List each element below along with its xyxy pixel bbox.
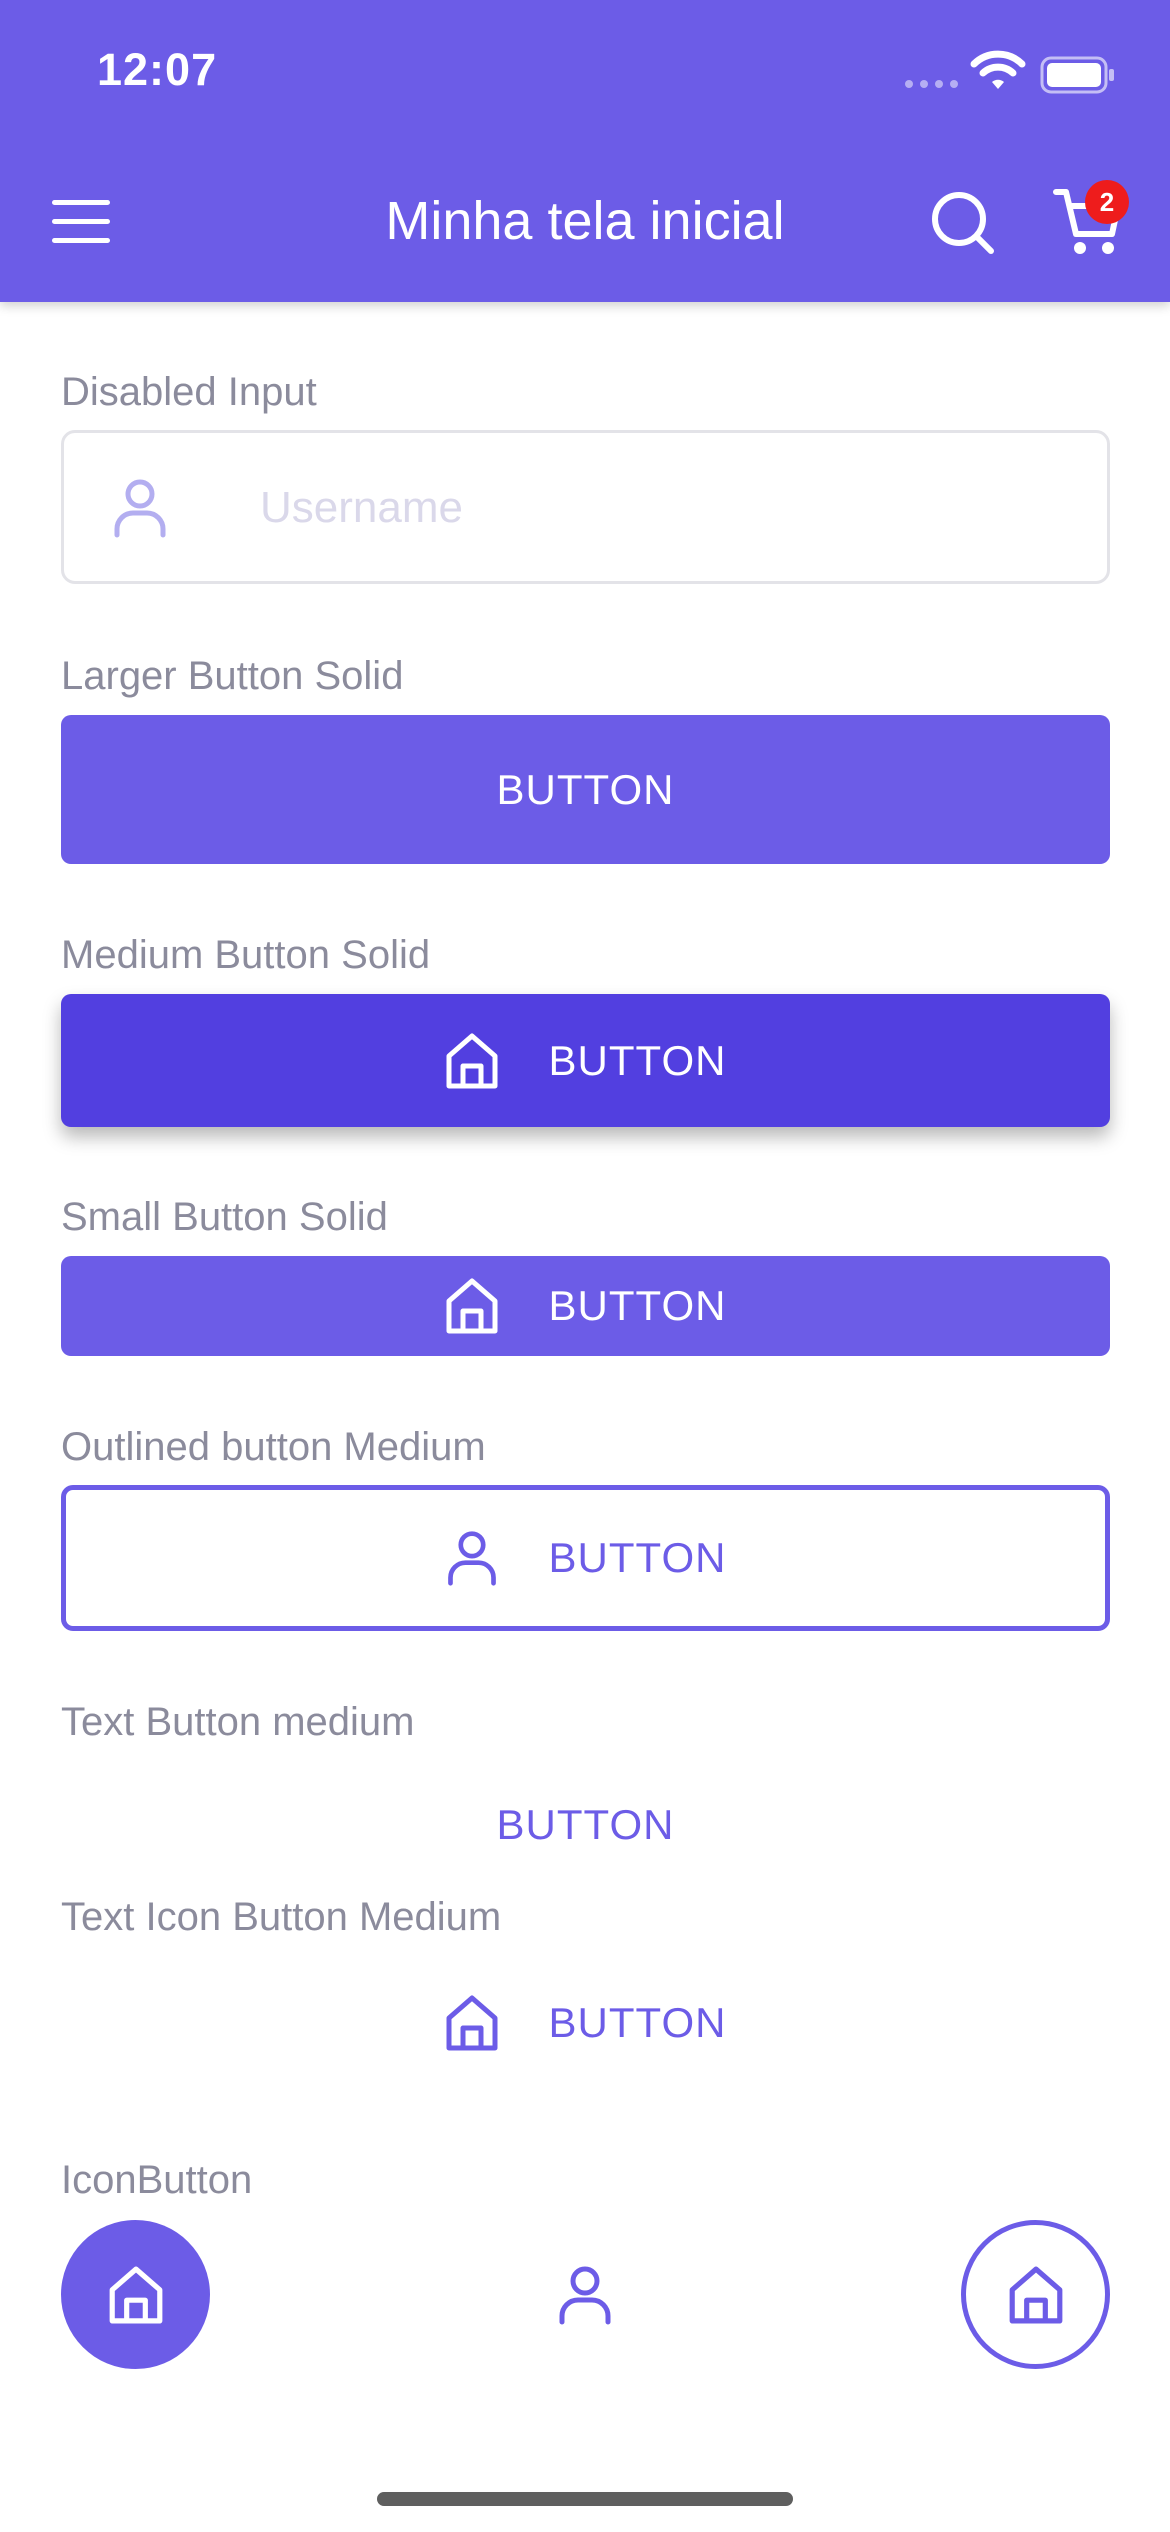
outlined-medium-button[interactable]: BUTTON xyxy=(61,1485,1110,1631)
status-time: 12:07 xyxy=(97,44,218,95)
medium-solid-button-label: BUTTON xyxy=(548,1036,727,1084)
medium-solid-button[interactable]: BUTTON xyxy=(61,994,1110,1127)
user-icon xyxy=(445,1529,499,1587)
home-icon-button-filled[interactable] xyxy=(61,2220,210,2369)
cart-count-badge: 2 xyxy=(1085,180,1129,224)
text-medium-button[interactable]: BUTTON xyxy=(61,1785,1110,1865)
text-icon-medium-button-label: BUTTON xyxy=(548,1999,727,2046)
text-medium-label: Text Button medium xyxy=(61,1700,415,1744)
app-header: 12:07 Minha tela inicial 2 xyxy=(0,0,1170,302)
user-icon xyxy=(559,2266,610,2324)
home-icon xyxy=(109,2266,162,2323)
home-icon xyxy=(1009,2266,1062,2323)
large-solid-button[interactable]: BUTTON xyxy=(61,715,1110,864)
signal-icon xyxy=(905,80,958,88)
username-input-container xyxy=(61,430,1110,584)
small-solid-button[interactable]: BUTTON xyxy=(61,1256,1110,1356)
home-icon xyxy=(445,1994,499,2052)
home-icon-button-outlined[interactable] xyxy=(961,2220,1110,2369)
icon-button-label: IconButton xyxy=(61,2158,253,2202)
large-solid-label: Larger Button Solid xyxy=(61,654,404,698)
username-input[interactable] xyxy=(260,475,1040,541)
home-indicator[interactable] xyxy=(377,2492,793,2506)
outlined-medium-label: Outlined button Medium xyxy=(61,1425,486,1469)
home-icon xyxy=(445,1277,499,1335)
disabled-input-label: Disabled Input xyxy=(61,370,317,414)
wifi-icon xyxy=(970,50,1026,89)
search-icon[interactable] xyxy=(930,190,996,256)
small-solid-button-label: BUTTON xyxy=(548,1282,727,1329)
text-icon-medium-label: Text Icon Button Medium xyxy=(61,1895,502,1939)
small-solid-label: Small Button Solid xyxy=(61,1195,388,1239)
user-icon xyxy=(114,479,166,538)
large-solid-button-label: BUTTON xyxy=(496,765,675,813)
user-icon-button[interactable] xyxy=(510,2220,659,2369)
home-icon xyxy=(445,1032,499,1090)
battery-icon xyxy=(1040,56,1114,94)
text-medium-button-label: BUTTON xyxy=(496,1801,675,1848)
medium-solid-label: Medium Button Solid xyxy=(61,933,431,977)
outlined-medium-button-label: BUTTON xyxy=(548,1534,727,1581)
text-icon-medium-button[interactable]: BUTTON xyxy=(61,1980,1110,2066)
